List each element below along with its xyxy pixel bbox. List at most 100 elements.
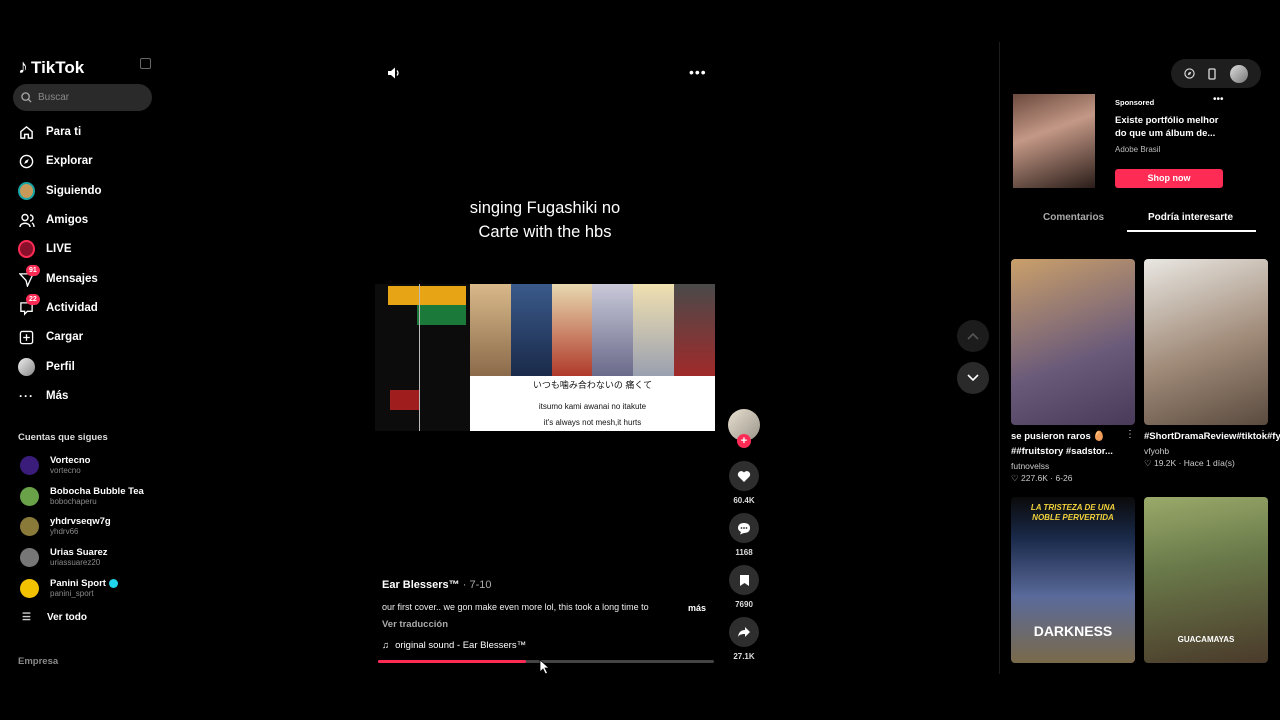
mobile-device-icon[interactable]: [1208, 67, 1217, 80]
caption-more-button[interactable]: más: [688, 603, 706, 613]
nav-para-ti[interactable]: Para ti: [18, 121, 81, 143]
avatar: [20, 579, 39, 598]
ad-brand: Adobe Brasil: [1115, 145, 1161, 154]
comment-button[interactable]: [729, 513, 759, 543]
character-image: [592, 284, 634, 376]
video-caption: our first cover.. we gon make even more …: [382, 602, 649, 612]
brand-name: TikTok: [31, 57, 85, 77]
chevron-up-icon: [967, 332, 979, 340]
compass-tool-icon[interactable]: [1184, 68, 1195, 79]
nav-explorar[interactable]: Explorar: [18, 150, 93, 172]
thumbnail-caption-text: DARKNESS: [1033, 623, 1113, 639]
account-name: Bobocha Bubble Tea: [50, 486, 144, 497]
video-player[interactable]: いつも噛み合わないの 痛くて itsumo kami awanai no ita…: [375, 284, 715, 431]
recommended-video-card[interactable]: LA TRISTEZA DE UNA NOBLE PERVERTIDA DARK…: [1011, 497, 1135, 663]
bookmark-icon: [739, 574, 749, 586]
character-image: [470, 284, 511, 376]
share-button[interactable]: [729, 617, 759, 647]
see-all-link[interactable]: ☰ Ver todo: [22, 612, 87, 623]
account-item[interactable]: Bobocha Bubble Tea bobochaperu: [20, 486, 144, 507]
account-handle: panini_sport: [50, 589, 94, 598]
video-feed: ••• singing Fugashiki no Carte with the …: [165, 42, 999, 675]
nav-label: Cargar: [46, 331, 84, 343]
character-image: [674, 284, 715, 376]
messages-badge: 91: [26, 264, 40, 276]
nav-mensajes[interactable]: 91 Mensajes: [18, 264, 98, 290]
card-title: #ShortDramaReview#tiktok#fyp#foryoupage: [1144, 431, 1280, 442]
share-icon: [738, 627, 750, 637]
volume-icon[interactable]: [387, 66, 401, 80]
account-handle: yhdrv66: [50, 527, 79, 536]
card-menu-icon[interactable]: ⋮: [1125, 429, 1135, 440]
video-author[interactable]: Ear Blessers™ · 7-10: [382, 579, 491, 591]
nav-label: Amigos: [46, 214, 89, 226]
search-bar[interactable]: [13, 84, 152, 111]
account-item[interactable]: yhdrvseqw7g yhdrv66: [20, 516, 111, 537]
sound-link[interactable]: ♫ original sound - Ear Blessers™: [382, 640, 526, 651]
nav-live[interactable]: LIVE: [18, 238, 72, 260]
heart-outline-icon: ♡: [1144, 458, 1154, 468]
card-stats: ♡ 227.6K · 6-26: [1011, 473, 1073, 483]
account-handle: vortecno: [50, 466, 81, 475]
account-item[interactable]: Panini Sport panini_sport: [20, 578, 118, 599]
account-handle: bobochaperu: [50, 497, 97, 506]
shop-now-button[interactable]: Shop now: [1115, 169, 1223, 188]
nav-actividad[interactable]: 22 Actividad: [18, 293, 98, 319]
nav-label: Para ti: [46, 126, 82, 138]
card-date: 6-26: [1055, 473, 1073, 483]
nav-siguiendo[interactable]: Siguiendo: [18, 180, 102, 202]
nav-cargar[interactable]: Cargar: [18, 326, 83, 348]
tab-comentarios[interactable]: Comentarios: [1043, 212, 1104, 232]
follow-plus-icon[interactable]: +: [737, 434, 751, 448]
more-dots-icon: ···: [19, 389, 34, 403]
account-name-text: Panini Sport: [50, 578, 106, 589]
account-name: Vortecno: [50, 455, 91, 466]
ad-title: Existe portfólio melhor do que um álbum …: [1115, 115, 1219, 139]
like-count: 60.4K: [733, 496, 755, 505]
share-count: 27.1K: [733, 652, 755, 661]
recommended-video-card[interactable]: se pusieron raros 🥚 ##fruitstory #sadsto…: [1011, 259, 1135, 484]
card-menu-icon[interactable]: ⋮: [1258, 429, 1268, 440]
next-video-button[interactable]: [957, 362, 989, 394]
account-item[interactable]: Urias Suarez uriassuarez20: [20, 547, 108, 568]
recommended-video-card[interactable]: #ShortDramaReview#tiktok#fyp#foryoupage …: [1144, 259, 1280, 469]
messages-icon: 91: [18, 264, 40, 288]
nav-perfil[interactable]: Perfil: [18, 356, 75, 378]
character-strip: [470, 284, 715, 376]
heart-outline-icon: ♡: [1011, 473, 1021, 483]
see-all-label: Ver todo: [46, 612, 87, 623]
ad-image: [1013, 94, 1095, 188]
sidebar: ♪ TikTok Para ti Explorar Siguiendo Amig…: [0, 42, 165, 674]
like-button[interactable]: [729, 461, 759, 491]
top-toolbar: [1171, 59, 1261, 88]
nav-amigos[interactable]: Amigos: [18, 209, 88, 231]
collapse-sidebar-icon[interactable]: [140, 58, 151, 69]
more-options-icon[interactable]: •••: [689, 64, 707, 80]
ad-more-icon[interactable]: •••: [1213, 94, 1224, 105]
save-count: 7690: [735, 600, 753, 609]
upload-icon: [18, 329, 35, 346]
overlay-line: Carte with the hbs: [478, 223, 612, 241]
recommended-video-card[interactable]: GUACAMAYAS: [1144, 497, 1268, 663]
video-thumbnail: [1011, 259, 1135, 425]
tiktok-logo[interactable]: ♪ TikTok: [18, 56, 84, 79]
following-accounts-title: Cuentas que sigues: [18, 432, 108, 443]
nav-label: Actividad: [46, 302, 98, 314]
author-name: Ear Blessers™: [382, 579, 460, 591]
audio-waveform: [388, 286, 466, 305]
nav-label: Siguiendo: [46, 185, 102, 197]
save-button[interactable]: [729, 565, 759, 595]
nav-mas[interactable]: ··· Más: [18, 385, 68, 407]
search-input[interactable]: [38, 92, 138, 103]
avatar: [20, 487, 39, 506]
account-item[interactable]: Vortecno vortecno: [20, 455, 90, 476]
sponsored-label: Sponsored: [1115, 98, 1155, 107]
previous-video-button[interactable]: [957, 320, 989, 352]
tab-podria-interesarte[interactable]: Podría interesarte: [1148, 212, 1233, 232]
card-stats: ♡ 19.2K · Hace 1 día(s): [1144, 458, 1235, 468]
chevron-down-icon: [967, 374, 979, 382]
user-avatar[interactable]: [1230, 64, 1249, 83]
translate-button[interactable]: Ver traducción: [382, 619, 448, 630]
footer-company-link[interactable]: Empresa: [18, 656, 58, 667]
sponsored-ad[interactable]: Sponsored ••• Existe portfólio melhor do…: [1011, 94, 1228, 190]
